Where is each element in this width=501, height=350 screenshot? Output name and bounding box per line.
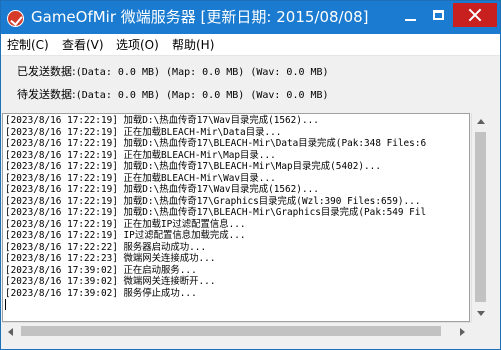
pending-data-label: 待发送数据: bbox=[17, 88, 76, 101]
log-line: [2023/8/16 17:22:22] 服务器启动成功... bbox=[5, 241, 207, 253]
menu-help[interactable]: 帮助(H) bbox=[172, 37, 214, 53]
menu-control[interactable]: 控制(C) bbox=[7, 37, 49, 53]
scroll-right-button[interactable] bbox=[454, 323, 471, 340]
sent-data-label: 已发送数据: bbox=[17, 65, 76, 78]
sent-data-value: (Data: 0.0 MB) (Map: 0.0 MB) (Wav: 0.0 M… bbox=[75, 67, 329, 78]
scrollbar-corner bbox=[471, 322, 488, 339]
menu-options[interactable]: 选项(O) bbox=[116, 37, 159, 53]
sent-data-line: 已发送数据:(Data: 0.0 MB) (Map: 0.0 MB) (Wav:… bbox=[17, 65, 329, 80]
log-line: [2023/8/16 17:22:19] 加载D:\热血传奇17\BLEACH-… bbox=[5, 161, 381, 172]
close-button[interactable] bbox=[453, 3, 497, 27]
log-line: [2023/8/16 17:22:19] 加载D:\热血传奇17\Graphic… bbox=[5, 195, 421, 207]
log-line: [2023/8/16 17:39:02] 微端网关连接断开... bbox=[5, 276, 216, 287]
menu-bar: 控制(C) 查看(V) 选项(O) 帮助(H) bbox=[1, 34, 500, 56]
window-title: GameOfMir 微端服务器 [更新日期: 2015/08/08] bbox=[31, 8, 369, 26]
pending-data-line: 待发送数据:(Data: 0.0 MB) (Map: 0.0 MB) (Wav:… bbox=[17, 88, 329, 103]
horizontal-scrollbar[interactable] bbox=[2, 322, 471, 339]
vertical-scroll-thumb[interactable] bbox=[475, 132, 486, 302]
log-line: [2023/8/16 17:22:19] 加载D:\热血传奇17\BLEACH-… bbox=[5, 138, 427, 149]
arrow-right-icon bbox=[460, 327, 465, 336]
maximize-button[interactable] bbox=[425, 3, 451, 27]
scroll-left-button[interactable] bbox=[2, 323, 19, 340]
vertical-scrollbar[interactable] bbox=[471, 113, 488, 322]
scroll-up-button[interactable] bbox=[472, 113, 489, 130]
log-line: [2023/8/16 17:22:23] 微端网关连接成功... bbox=[5, 253, 216, 264]
maximize-icon bbox=[432, 10, 444, 20]
log-lines: [2023/8/16 17:22:19] 加载D:\热血传奇17\Wav目录完成… bbox=[5, 115, 426, 311]
log-line: [2023/8/16 17:22:19] 加载D:\热血传奇17\Wav目录完成… bbox=[5, 115, 319, 126]
log-caret-line bbox=[5, 299, 426, 311]
minimize-button[interactable] bbox=[397, 3, 423, 27]
traffic-stats: 已发送数据:(Data: 0.0 MB) (Map: 0.0 MB) (Wav:… bbox=[1, 57, 500, 111]
log-line: [2023/8/16 17:22:19] 正在加载BLEACH-Mir\Map目… bbox=[5, 149, 276, 161]
app-logo-icon[interactable] bbox=[7, 10, 24, 27]
arrow-up-icon bbox=[476, 119, 485, 124]
log-textarea[interactable]: [2023/8/16 17:22:19] 加载D:\热血传奇17\Wav目录完成… bbox=[2, 113, 470, 322]
log-line: [2023/8/16 17:22:19] 加载D:\热血传奇17\Wav目录完成… bbox=[5, 184, 319, 195]
log-line: [2023/8/16 17:22:19] 正在加载IP过滤配置信息... bbox=[5, 218, 246, 230]
scroll-down-button[interactable] bbox=[472, 305, 489, 322]
app-window: GameOfMir 微端服务器 [更新日期: 2015/08/08] 控制(C)… bbox=[0, 0, 501, 350]
text-caret bbox=[5, 299, 6, 310]
log-line: [2023/8/16 17:39:02] 服务停止成功... bbox=[5, 287, 197, 299]
menu-view[interactable]: 查看(V) bbox=[62, 37, 104, 53]
log-line: [2023/8/16 17:22:19] 正在加载BLEACH-Mir\Data… bbox=[5, 126, 282, 138]
log-line: [2023/8/16 17:22:19] 加载D:\热血传奇17\BLEACH-… bbox=[5, 207, 427, 218]
log-line: [2023/8/16 17:22:19] IP过滤配置信息加载完成... bbox=[5, 230, 246, 241]
arrow-left-icon bbox=[8, 327, 13, 336]
arrow-down-icon bbox=[476, 311, 485, 316]
pending-data-value: (Data: 0.0 MB) (Map: 0.0 MB) (Wav: 0.0 M… bbox=[75, 90, 329, 101]
horizontal-scroll-thumb[interactable] bbox=[21, 326, 441, 336]
log-line: [2023/8/16 17:22:19] 正在加载BLEACH-Mir\Wav目… bbox=[5, 172, 276, 184]
log-line: [2023/8/16 17:39:02] 正在启动服务... bbox=[5, 264, 197, 276]
close-icon bbox=[468, 8, 482, 22]
title-bar[interactable]: GameOfMir 微端服务器 [更新日期: 2015/08/08] bbox=[1, 1, 500, 34]
minimize-icon bbox=[404, 19, 416, 21]
